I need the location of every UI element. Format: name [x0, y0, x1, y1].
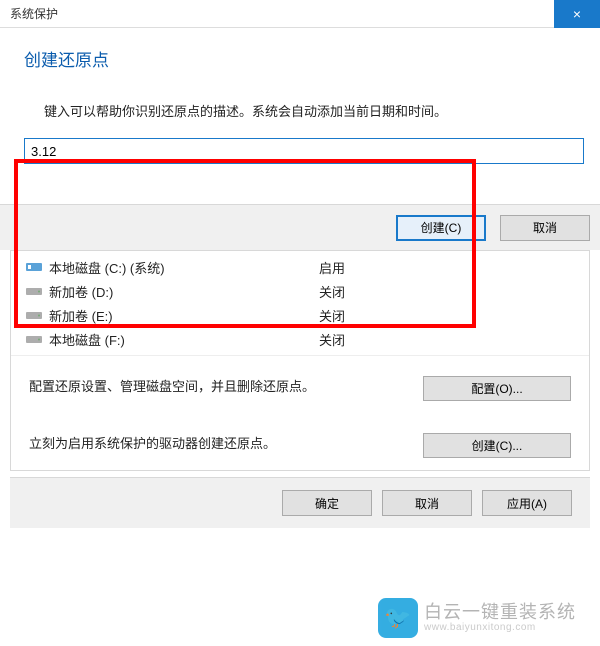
titlebar: 系统保护 × — [0, 0, 600, 28]
watermark: 🐦 白云一键重装系统 www.baiyunxitong.com — [378, 598, 576, 638]
create-button[interactable]: 创建(C) — [396, 215, 486, 241]
drive-row[interactable]: 本地磁盘 (C:) (系统) 启用 — [11, 255, 589, 279]
drive-row[interactable]: 本地磁盘 (F:) 关闭 — [11, 327, 589, 351]
ok-button[interactable]: 确定 — [282, 490, 372, 516]
watermark-logo-icon: 🐦 — [378, 598, 418, 638]
drive-name: 本地磁盘 (C:) (系统) — [49, 258, 319, 277]
cancel-button[interactable]: 取消 — [500, 215, 590, 241]
drive-row[interactable]: 新加卷 (E:) 关闭 — [11, 303, 589, 327]
drive-status: 关闭 — [319, 306, 419, 325]
system-protection-panel: 本地磁盘 (C:) (系统) 启用 新加卷 (D:) 关闭 新加卷 (E:) 关… — [10, 250, 590, 471]
drive-icon-system — [25, 260, 43, 274]
create-description: 立刻为启用系统保护的驱动器创建还原点。 — [29, 433, 423, 452]
configure-button[interactable]: 配置(O)... — [423, 376, 571, 401]
drive-icon — [25, 284, 43, 298]
bird-icon: 🐦 — [384, 605, 411, 631]
drive-status: 关闭 — [319, 282, 419, 301]
drive-status: 启用 — [319, 258, 419, 277]
configure-section: 配置还原设置、管理磁盘空间，并且删除还原点。 配置(O)... — [11, 356, 589, 413]
drive-name: 新加卷 (D:) — [49, 282, 319, 301]
configure-description: 配置还原设置、管理磁盘空间，并且删除还原点。 — [29, 376, 423, 395]
dialog-heading: 创建还原点 — [0, 28, 600, 81]
create-restore-point-button[interactable]: 创建(C)... — [423, 433, 571, 458]
bottom-button-row: 确定 取消 应用(A) — [10, 477, 590, 528]
watermark-text: 白云一键重装系统 www.baiyunxitong.com — [424, 603, 576, 634]
close-button[interactable]: × — [554, 0, 600, 28]
watermark-main: 白云一键重装系统 — [424, 603, 576, 623]
dialog-description: 键入可以帮助你识别还原点的描述。系统会自动添加当前日期和时间。 — [0, 81, 600, 138]
close-icon: × — [573, 6, 581, 22]
drive-row[interactable]: 新加卷 (D:) 关闭 — [11, 279, 589, 303]
cancel-bottom-button[interactable]: 取消 — [382, 490, 472, 516]
drive-icon — [25, 308, 43, 322]
drive-icon — [25, 332, 43, 346]
drive-name: 新加卷 (E:) — [49, 306, 319, 325]
drive-status: 关闭 — [319, 330, 419, 349]
drive-name: 本地磁盘 (F:) — [49, 330, 319, 349]
restore-point-name-input[interactable] — [24, 138, 584, 164]
create-section: 立刻为启用系统保护的驱动器创建还原点。 创建(C)... — [11, 413, 589, 470]
apply-button[interactable]: 应用(A) — [482, 490, 572, 516]
dialog-button-row: 创建(C) 取消 — [0, 204, 600, 250]
window-title: 系统保护 — [0, 5, 58, 22]
drive-list: 本地磁盘 (C:) (系统) 启用 新加卷 (D:) 关闭 新加卷 (E:) 关… — [11, 251, 589, 356]
watermark-sub: www.baiyunxitong.com — [424, 622, 576, 633]
input-row — [0, 138, 600, 204]
